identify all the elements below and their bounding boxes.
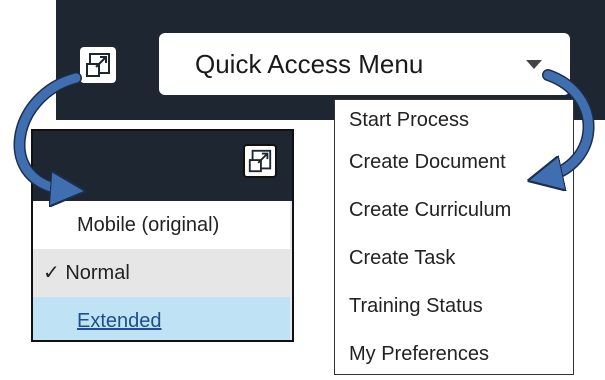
expand-window-icon bbox=[248, 149, 272, 173]
view-option-normal-label: Normal bbox=[65, 262, 130, 284]
checkmark-icon: ✓ bbox=[43, 262, 66, 284]
quick-access-menu-label: Quick Access Menu bbox=[195, 49, 424, 79]
view-option-mobile-label: Mobile (original) bbox=[77, 214, 220, 236]
menu-item-my-preferences[interactable]: My Preferences bbox=[335, 332, 573, 380]
view-option-normal[interactable]: ✓ Normal bbox=[33, 249, 290, 297]
quick-access-menu-button[interactable]: Quick Access Menu bbox=[159, 33, 570, 95]
view-option-mobile[interactable]: Mobile (original) bbox=[33, 201, 290, 249]
view-mode-panel: Mobile (original) ✓ Normal Extended bbox=[31, 129, 294, 342]
menu-item-start-process[interactable]: Start Process bbox=[335, 100, 573, 140]
quick-access-menu-list: Start Process Create Document Create Cur… bbox=[334, 99, 574, 375]
menu-item-create-task[interactable]: Create Task bbox=[335, 236, 573, 284]
menu-item-create-document[interactable]: Create Document bbox=[335, 140, 573, 188]
view-option-extended[interactable]: Extended bbox=[33, 297, 290, 340]
panel-scroll-area bbox=[290, 201, 292, 340]
caret-down-icon bbox=[526, 60, 542, 69]
menu-item-create-curriculum[interactable]: Create Curriculum bbox=[335, 188, 573, 236]
expand-window-icon bbox=[86, 53, 110, 77]
panel-expand-window-button[interactable] bbox=[243, 144, 277, 178]
menu-item-training-status[interactable]: Training Status bbox=[335, 284, 573, 332]
expand-window-button[interactable] bbox=[80, 47, 116, 83]
view-option-extended-label: Extended bbox=[77, 310, 162, 332]
